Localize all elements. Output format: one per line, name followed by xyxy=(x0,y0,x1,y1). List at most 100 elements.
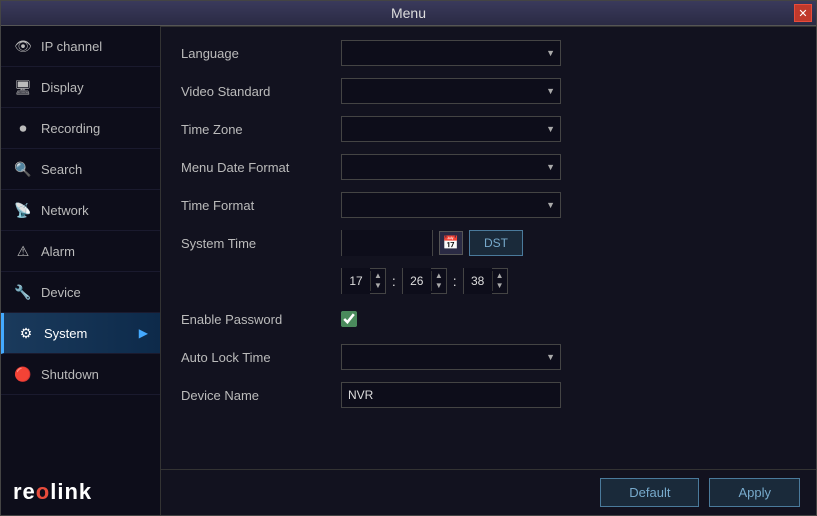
hour-down-arrow[interactable]: ▼ xyxy=(371,281,385,291)
language-select-wrap xyxy=(341,40,561,66)
sidebar-item-shutdown[interactable]: 🔴 Shutdown xyxy=(1,354,160,395)
sidebar-item-system[interactable]: ⚙ System ▶ xyxy=(1,313,160,354)
second-up-arrow[interactable]: ▲ xyxy=(493,271,507,281)
minute-up-arrow[interactable]: ▲ xyxy=(432,271,446,281)
window-title: Menu xyxy=(391,5,426,21)
language-label: Language xyxy=(181,46,341,61)
sidebar-item-recording[interactable]: ⏺ Recording xyxy=(1,108,160,149)
minute-spinner: ▲ ▼ xyxy=(402,268,447,294)
hour-spinner: ▲ ▼ xyxy=(341,268,386,294)
sidebar-logo: reolink xyxy=(1,469,160,515)
device-icon: 🔧 xyxy=(13,282,33,302)
second-spinner: ▲ ▼ xyxy=(463,268,508,294)
auto-lock-row: Auto Lock Time xyxy=(181,343,796,371)
date-format-select[interactable] xyxy=(341,154,561,180)
minute-arrows: ▲ ▼ xyxy=(431,271,446,290)
apply-button[interactable]: Apply xyxy=(709,478,800,507)
device-name-input[interactable] xyxy=(341,382,561,408)
calendar-icon[interactable]: 📅 xyxy=(439,231,463,255)
time-format-label: Time Format xyxy=(181,198,341,213)
sidebar-label-system: System xyxy=(44,326,87,341)
default-button[interactable]: Default xyxy=(600,478,699,507)
close-button[interactable]: ✕ xyxy=(794,4,812,22)
search-icon: 🔍 xyxy=(13,159,33,179)
video-standard-row: Video Standard xyxy=(181,77,796,105)
enable-password-control xyxy=(341,311,357,327)
time-zone-select-wrap xyxy=(341,116,561,142)
logo-text: reolink xyxy=(13,479,92,505)
sidebar-item-display[interactable]: 🖥 Display xyxy=(1,67,160,108)
sidebar-label-shutdown: Shutdown xyxy=(41,367,99,382)
dst-button[interactable]: DST xyxy=(469,230,523,256)
sidebar-label-device: Device xyxy=(41,285,81,300)
sidebar-item-search[interactable]: 🔍 Search xyxy=(1,149,160,190)
auto-lock-label: Auto Lock Time xyxy=(181,350,341,365)
time-spinners-row: ▲ ▼ : ▲ ▼ : xyxy=(181,267,796,295)
main-window: Menu ✕ 👁IP channel 🖥 Display ⏺ Recording 🔍 Sea… xyxy=(0,0,817,516)
time-format-control xyxy=(341,192,561,218)
sidebar-label-display: Display xyxy=(41,80,84,95)
date-input[interactable] xyxy=(342,230,432,256)
system-icon: ⚙ xyxy=(16,323,36,343)
sidebar-arrow-system: ▶ xyxy=(139,326,148,340)
second-down-arrow[interactable]: ▼ xyxy=(493,281,507,291)
enable-password-checkbox-wrap xyxy=(341,311,357,327)
hour-input[interactable] xyxy=(342,268,370,294)
sidebar-label-ip-channel: IP channel xyxy=(41,39,102,54)
sidebar-item-device[interactable]: 🔧 Device xyxy=(1,272,160,313)
enable-password-checkbox[interactable] xyxy=(341,311,357,327)
date-format-select-wrap xyxy=(341,154,561,180)
device-name-control xyxy=(341,382,561,408)
video-standard-select-wrap xyxy=(341,78,561,104)
video-standard-select[interactable] xyxy=(341,78,561,104)
time-format-select[interactable] xyxy=(341,192,561,218)
sidebar-item-alarm[interactable]: ⚠ Alarm xyxy=(1,231,160,272)
device-name-row: Device Name xyxy=(181,381,796,409)
date-format-control xyxy=(341,154,561,180)
auto-lock-control xyxy=(341,344,561,370)
language-control xyxy=(341,40,561,66)
colon-2: : xyxy=(453,273,457,289)
enable-password-label: Enable Password xyxy=(181,312,341,327)
time-format-row: Time Format xyxy=(181,191,796,219)
network-icon: 📡 xyxy=(13,200,33,220)
date-format-label: Menu Date Format xyxy=(181,160,341,175)
language-row: Language xyxy=(181,39,796,67)
shutdown-icon: 🔴 xyxy=(13,364,33,384)
language-select[interactable] xyxy=(341,40,561,66)
hour-up-arrow[interactable]: ▲ xyxy=(371,271,385,281)
date-format-row: Menu Date Format xyxy=(181,153,796,181)
time-format-select-wrap xyxy=(341,192,561,218)
hour-arrows: ▲ ▼ xyxy=(370,271,385,290)
sidebar-label-alarm: Alarm xyxy=(41,244,75,259)
sidebar-item-network[interactable]: 📡 Network xyxy=(1,190,160,231)
system-time-label: System Time xyxy=(181,236,341,251)
time-zone-control xyxy=(341,116,561,142)
sidebar-label-search: Search xyxy=(41,162,82,177)
second-input[interactable] xyxy=(464,268,492,294)
sidebar-item-ip-channel[interactable]: 👁IP channel xyxy=(1,26,160,67)
footer: Default Apply xyxy=(161,469,816,515)
display-icon: 🖥 xyxy=(13,77,33,97)
enable-password-row: Enable Password xyxy=(181,305,796,333)
video-standard-control xyxy=(341,78,561,104)
minute-input[interactable] xyxy=(403,268,431,294)
auto-lock-select[interactable] xyxy=(341,344,561,370)
right-panel: Language Video Standard xyxy=(161,26,816,515)
time-zone-label: Time Zone xyxy=(181,122,341,137)
second-arrows: ▲ ▼ xyxy=(492,271,507,290)
time-spinners-control: ▲ ▼ : ▲ ▼ : xyxy=(341,268,508,294)
recording-icon: ⏺ xyxy=(13,118,33,138)
video-standard-label: Video Standard xyxy=(181,84,341,99)
sidebar-label-recording: Recording xyxy=(41,121,100,136)
time-zone-select[interactable] xyxy=(341,116,561,142)
auto-lock-select-wrap xyxy=(341,344,561,370)
alarm-icon: ⚠ xyxy=(13,241,33,261)
minute-down-arrow[interactable]: ▼ xyxy=(432,281,446,291)
sidebar-label-network: Network xyxy=(41,203,89,218)
system-time-control: 📅 DST xyxy=(341,230,523,256)
device-name-label: Device Name xyxy=(181,388,341,403)
sidebar: 👁IP channel 🖥 Display ⏺ Recording 🔍 Search 📡 Net… xyxy=(1,26,161,515)
colon-1: : xyxy=(392,273,396,289)
main-content: 👁IP channel 🖥 Display ⏺ Recording 🔍 Search 📡 Net… xyxy=(1,26,816,515)
